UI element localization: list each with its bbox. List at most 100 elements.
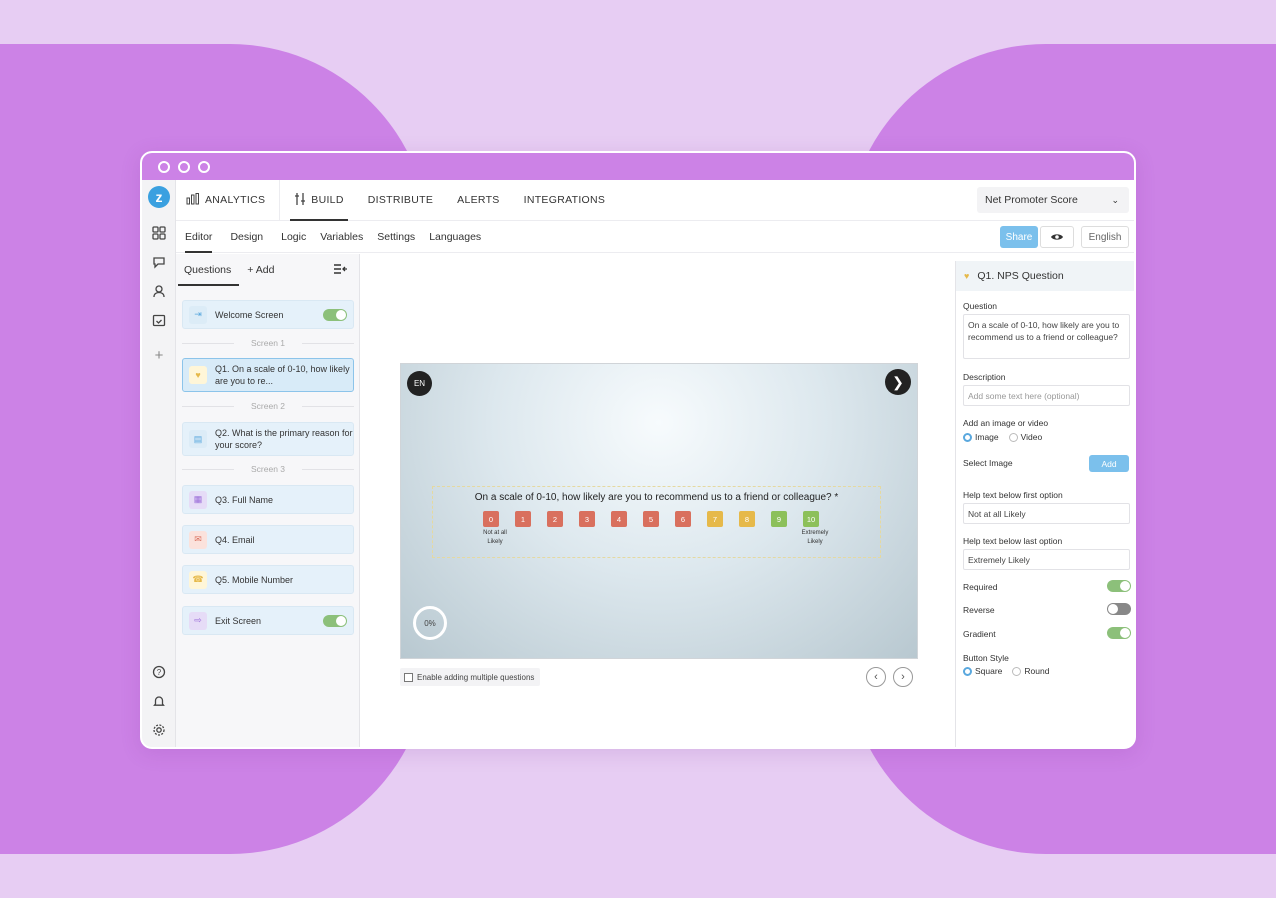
- build-icon: [294, 192, 306, 209]
- question-field[interactable]: On a scale of 0-10, how likely are you t…: [963, 314, 1130, 359]
- nav-integrations[interactable]: INTEGRATIONS: [510, 180, 616, 221]
- questions-tabs: Questions + Add: [176, 254, 359, 286]
- multi-question-option[interactable]: Enable adding multiple questions: [400, 668, 541, 686]
- welcome-screen-label: Welcome Screen: [215, 309, 284, 320]
- prev-arrow-icon[interactable]: ‹: [866, 667, 886, 687]
- next-page-arrow-icon[interactable]: ›: [893, 667, 913, 687]
- media-image-label: Image: [975, 432, 999, 442]
- help-first-field[interactable]: Not at all Likely: [963, 503, 1130, 524]
- reverse-toggle[interactable]: [1107, 603, 1131, 615]
- question-item-q3[interactable]: ▦ Q3. Full Name: [182, 485, 354, 514]
- editor-canvas: EN ❯ On a scale of 0-10, how likely are …: [361, 254, 955, 747]
- tab-editor[interactable]: Editor: [180, 221, 217, 253]
- multi-question-label: Enable adding multiple questions: [417, 672, 535, 682]
- hint-low: Not at all Likely: [483, 530, 507, 545]
- nav-distribute[interactable]: DISTRIBUTE: [354, 180, 443, 221]
- hint-high: Extremely Likely: [801, 530, 829, 545]
- tab-design[interactable]: Design: [225, 221, 268, 253]
- question-block[interactable]: On a scale of 0-10, how likely are you t…: [432, 486, 881, 558]
- survey-selector-value: Net Promoter Score: [985, 194, 1078, 206]
- add-icon[interactable]: +: [148, 344, 170, 366]
- tab-questions[interactable]: Questions: [177, 254, 240, 286]
- style-round-option[interactable]: Round: [1012, 666, 1049, 677]
- nav-analytics[interactable]: ANALYTICS: [176, 180, 275, 221]
- question-item-q1[interactable]: ♥ Q1. On a scale of 0-10, how likely are…: [182, 358, 354, 392]
- description-field[interactable]: Add some text here (optional): [963, 385, 1130, 406]
- properties-panel: ♥ Q1. NPS Question Question On a scale o…: [955, 261, 1134, 747]
- nav-divider: [279, 179, 281, 221]
- exit-icon: ⇨: [189, 611, 207, 630]
- question-label: Q5. Mobile Number: [215, 574, 294, 585]
- window-dot-icon[interactable]: [198, 160, 210, 173]
- nps-option-button[interactable]: 6: [675, 511, 691, 527]
- nps-option-button[interactable]: 7: [707, 511, 723, 527]
- next-arrow-icon[interactable]: ❯: [885, 369, 911, 395]
- nps-option-button[interactable]: 0: [483, 511, 499, 527]
- settings-gear-icon[interactable]: [148, 719, 170, 741]
- window-dot-icon[interactable]: [178, 160, 190, 173]
- calendar-icon[interactable]: [148, 309, 170, 331]
- screen-divider: Screen 1: [182, 338, 354, 348]
- required-toggle[interactable]: [1107, 580, 1131, 592]
- radio-icon: [963, 667, 972, 677]
- preview-eye-icon[interactable]: [1040, 226, 1074, 248]
- exit-screen-toggle[interactable]: [323, 614, 347, 627]
- chevron-down-icon: ⌄: [1111, 194, 1119, 205]
- questions-panel: Questions + Add ⇥ Welcome Screen Screen …: [176, 254, 360, 747]
- nps-option-button[interactable]: 1: [515, 511, 531, 527]
- nps-option-button[interactable]: 8: [739, 511, 755, 527]
- welcome-screen-item[interactable]: ⇥ Welcome Screen: [182, 300, 354, 329]
- help-icon[interactable]: ?: [148, 661, 170, 683]
- tab-logic[interactable]: Logic: [276, 221, 311, 253]
- brand-logo-icon[interactable]: z: [148, 186, 170, 208]
- select-image-label: Select Image: [963, 458, 1013, 468]
- button-style-group: Square Round: [963, 666, 1049, 677]
- nps-option-button[interactable]: 3: [579, 511, 595, 527]
- question-item-q5[interactable]: ☎ Q5. Mobile Number: [182, 565, 354, 594]
- nps-option-button[interactable]: 9: [771, 511, 787, 527]
- exit-screen-label: Exit Screen: [215, 615, 262, 626]
- enter-icon: ⇥: [189, 305, 207, 324]
- tab-languages[interactable]: Languages: [424, 221, 486, 253]
- tab-settings[interactable]: Settings: [372, 221, 420, 253]
- question-label: Q2. What is the primary reason for your …: [215, 428, 353, 450]
- nps-option-button[interactable]: 5: [643, 511, 659, 527]
- dashboard-icon[interactable]: [148, 222, 170, 244]
- multi-question-checkbox[interactable]: [404, 672, 413, 682]
- nav-alerts[interactable]: ALERTS: [443, 180, 509, 221]
- add-image-button[interactable]: Add: [1089, 455, 1129, 472]
- app-body: z + ? ANALYTICS BUILD DISTRIBUTE ALERTS …: [142, 179, 1134, 747]
- media-video-option[interactable]: Video: [1008, 432, 1042, 443]
- window-dot-icon[interactable]: [158, 160, 170, 173]
- gradient-toggle[interactable]: [1107, 627, 1131, 639]
- id-card-icon: ▦: [189, 490, 207, 509]
- question-label: Q1. On a scale of 0-10, how likely are y…: [215, 364, 350, 386]
- add-question-button[interactable]: + Add: [247, 254, 274, 286]
- exit-screen-item[interactable]: ⇨ Exit Screen: [182, 606, 354, 635]
- radio-icon: [963, 433, 972, 443]
- collapse-list-icon[interactable]: [333, 263, 349, 278]
- style-square-option[interactable]: Square: [963, 666, 1002, 677]
- question-item-q4[interactable]: ✉ Q4. Email: [182, 525, 354, 554]
- nav-analytics-label: ANALYTICS: [205, 194, 266, 206]
- tab-variables[interactable]: Variables: [315, 221, 368, 253]
- language-badge[interactable]: EN: [407, 371, 432, 396]
- welcome-screen-toggle[interactable]: [323, 308, 347, 321]
- background-top-band: [0, 0, 1276, 44]
- share-button[interactable]: Share: [1000, 226, 1038, 248]
- question-item-q2[interactable]: ▤ Q2. What is the primary reason for you…: [182, 422, 354, 456]
- media-type-group: Image Video: [963, 432, 1042, 443]
- feedback-icon[interactable]: [148, 251, 170, 273]
- progress-indicator: 0%: [413, 606, 447, 640]
- nps-option-button[interactable]: 10: [803, 511, 819, 527]
- language-selector[interactable]: English: [1081, 226, 1129, 248]
- media-image-option[interactable]: Image: [963, 432, 999, 443]
- survey-selector[interactable]: Net Promoter Score ⌄: [977, 187, 1129, 213]
- nps-option-button[interactable]: 4: [611, 511, 627, 527]
- nav-build[interactable]: BUILD: [284, 180, 353, 221]
- radio-icon: [1008, 433, 1018, 443]
- notification-icon[interactable]: [148, 690, 170, 712]
- nps-option-button[interactable]: 2: [547, 511, 563, 527]
- user-icon[interactable]: [148, 280, 170, 302]
- help-last-field[interactable]: Extremely Likely: [963, 549, 1130, 570]
